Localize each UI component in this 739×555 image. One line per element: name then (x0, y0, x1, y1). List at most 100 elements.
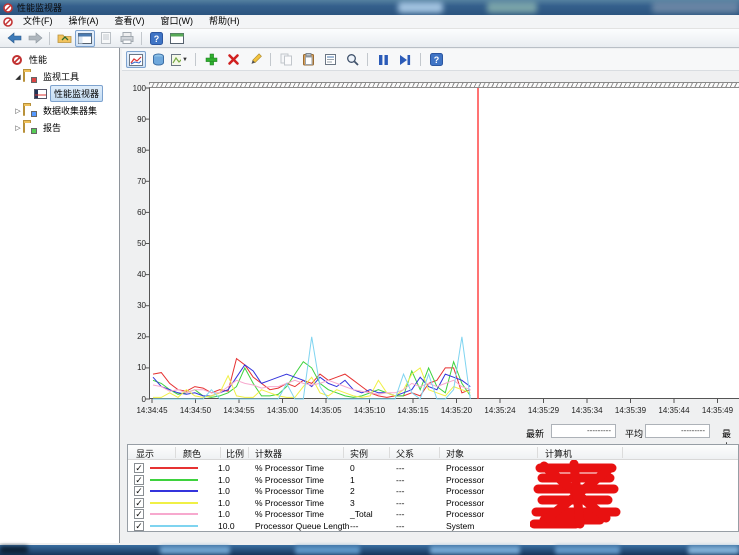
svg-text:14:34:55: 14:34:55 (223, 406, 255, 415)
chevron-down-icon: ▼ (182, 57, 188, 63)
title-bar[interactable]: 性能监视器 (0, 0, 739, 15)
freeze-display-icon[interactable] (373, 51, 393, 68)
menu-item-1[interactable]: 操作(A) (61, 15, 107, 28)
header-separator (622, 447, 623, 458)
taskbar-item[interactable] (160, 546, 230, 554)
svg-text:14:35:29: 14:35:29 (528, 406, 560, 415)
taskbar-item[interactable] (555, 546, 620, 554)
legend-row-3[interactable]: ✓1.0% Processor Time3---Processor (128, 497, 738, 509)
legend-row-0[interactable]: ✓1.0% Processor Time0---Processor (128, 462, 738, 474)
menu-item-3[interactable]: 窗口(W) (153, 15, 202, 28)
svg-text:14:35:39: 14:35:39 (615, 406, 647, 415)
expanded-expander-icon[interactable]: ◢ (13, 73, 23, 81)
legend-row-2[interactable]: ✓1.0% Processor Time2---Processor (128, 485, 738, 497)
collapsed-expander-icon[interactable]: ▷ (13, 124, 23, 132)
chart-toolbar: ▼ (122, 49, 739, 71)
show-checkbox[interactable]: ✓ (134, 475, 144, 485)
legend-column-header-3[interactable]: 计数器 (255, 447, 282, 460)
sidebar-item-0[interactable]: 性能 (0, 51, 119, 68)
header-separator (248, 447, 249, 458)
sidebar-item-4[interactable]: ▷ 报告 (0, 119, 119, 136)
show-console-tree-icon[interactable] (75, 30, 95, 47)
cell-scale: 10.0 (218, 520, 235, 532)
sidebar-item-3[interactable]: ▷数据收集器集 (0, 102, 119, 119)
forward-icon[interactable] (25, 30, 45, 47)
view-log-data-icon[interactable] (148, 51, 168, 68)
paste-counter-list-icon[interactable] (298, 51, 318, 68)
delete-counter-icon[interactable] (223, 51, 243, 68)
back-icon[interactable] (4, 30, 24, 47)
legend-column-header-6[interactable]: 对象 (446, 447, 464, 460)
legend-column-header-2[interactable]: 比例 (226, 447, 244, 460)
taskbar-item[interactable] (295, 546, 360, 554)
counter-legend-table: 显示颜色比例计数器实例父系对象计算机 ✓1.0% Processor Time0… (127, 444, 739, 532)
taskbar[interactable] (0, 545, 739, 555)
help-icon[interactable]: ? (146, 30, 166, 47)
y-tick-label: 70 (121, 177, 146, 186)
sidebar-item-label: 监视工具 (39, 68, 83, 85)
chart-type-dropdown-icon[interactable]: ▼ (170, 51, 190, 68)
legend-column-header-4[interactable]: 实例 (350, 447, 368, 460)
export-list-icon[interactable] (96, 30, 116, 47)
add-counter-icon[interactable] (201, 51, 221, 68)
legend-row-5[interactable]: ✓10.0Processor Queue Length------System (128, 520, 738, 532)
legend-row-4[interactable]: ✓1.0% Processor Time_Total---Processor (128, 508, 738, 520)
copy-properties-icon[interactable] (276, 51, 296, 68)
show-checkbox[interactable]: ✓ (134, 509, 144, 519)
titlebar-blur-artifact (487, 2, 537, 13)
cell-parent: --- (396, 462, 405, 474)
svg-text:14:35:34: 14:35:34 (571, 406, 603, 415)
new-window-icon[interactable] (167, 30, 187, 47)
menu-item-2[interactable]: 查看(V) (107, 15, 153, 28)
menu-item-0[interactable]: 文件(F) (15, 15, 61, 28)
sidebar-item-label: 性能监视器 (50, 85, 103, 102)
redaction-scribble (530, 460, 630, 534)
show-checkbox[interactable]: ✓ (134, 498, 144, 508)
color-swatch (150, 502, 198, 504)
sidebar-item-1[interactable]: ◢ 监视工具 (0, 68, 119, 85)
sidebar-item-label: 报告 (39, 119, 65, 136)
svg-text:14:35:44: 14:35:44 (658, 406, 690, 415)
cell-parent: --- (396, 474, 405, 486)
help-icon[interactable]: ? (426, 51, 446, 68)
cell-instance: 1 (350, 474, 355, 486)
y-tick-label: 20 (121, 332, 146, 341)
view-graph-icon[interactable] (126, 51, 146, 68)
show-checkbox[interactable]: ✓ (134, 463, 144, 473)
show-checkbox[interactable]: ✓ (134, 486, 144, 496)
legend-column-header-7[interactable]: 计算机 (545, 447, 572, 460)
print-icon[interactable] (117, 30, 137, 47)
open-log-icon[interactable] (54, 30, 74, 47)
legend-column-header-1[interactable]: 颜色 (183, 447, 201, 460)
legend-row-1[interactable]: ✓1.0% Processor Time1---Processor (128, 474, 738, 486)
zoom-icon[interactable] (342, 51, 362, 68)
sidebar-item-label: 性能 (25, 51, 51, 68)
properties-icon[interactable] (320, 51, 340, 68)
titlebar-blur-artifact (652, 2, 739, 13)
show-checkbox[interactable]: ✓ (134, 521, 144, 531)
svg-text:14:35:00: 14:35:00 (267, 406, 299, 415)
update-data-icon[interactable] (395, 51, 415, 68)
average-label: 平均 (625, 427, 643, 440)
taskbar-item[interactable] (688, 546, 739, 554)
console-window-icon[interactable] (3, 17, 13, 27)
menu-item-4[interactable]: 帮助(H) (201, 15, 248, 28)
performance-monitor-pane: ▼ (121, 48, 739, 543)
cell-object: Processor (446, 462, 484, 474)
cell-counter: % Processor Time (255, 485, 324, 497)
collapsed-expander-icon[interactable]: ▷ (13, 107, 23, 115)
legend-column-header-0[interactable]: 显示 (136, 447, 154, 460)
svg-text:14:34:50: 14:34:50 (180, 406, 212, 415)
cell-counter: % Processor Time (255, 474, 324, 486)
sidebar-item-2[interactable]: 性能监视器 (0, 85, 119, 102)
taskbar-item[interactable] (0, 546, 28, 554)
taskbar-item[interactable] (430, 546, 520, 554)
color-swatch (150, 490, 198, 492)
highlight-icon[interactable] (245, 51, 265, 68)
svg-text:14:34:45: 14:34:45 (136, 406, 168, 415)
cell-counter: % Processor Time (255, 497, 324, 509)
latest-label: 最新 (526, 427, 544, 440)
header-separator (343, 447, 344, 458)
svg-text:14:35:15: 14:35:15 (397, 406, 429, 415)
legend-column-header-5[interactable]: 父系 (396, 447, 414, 460)
